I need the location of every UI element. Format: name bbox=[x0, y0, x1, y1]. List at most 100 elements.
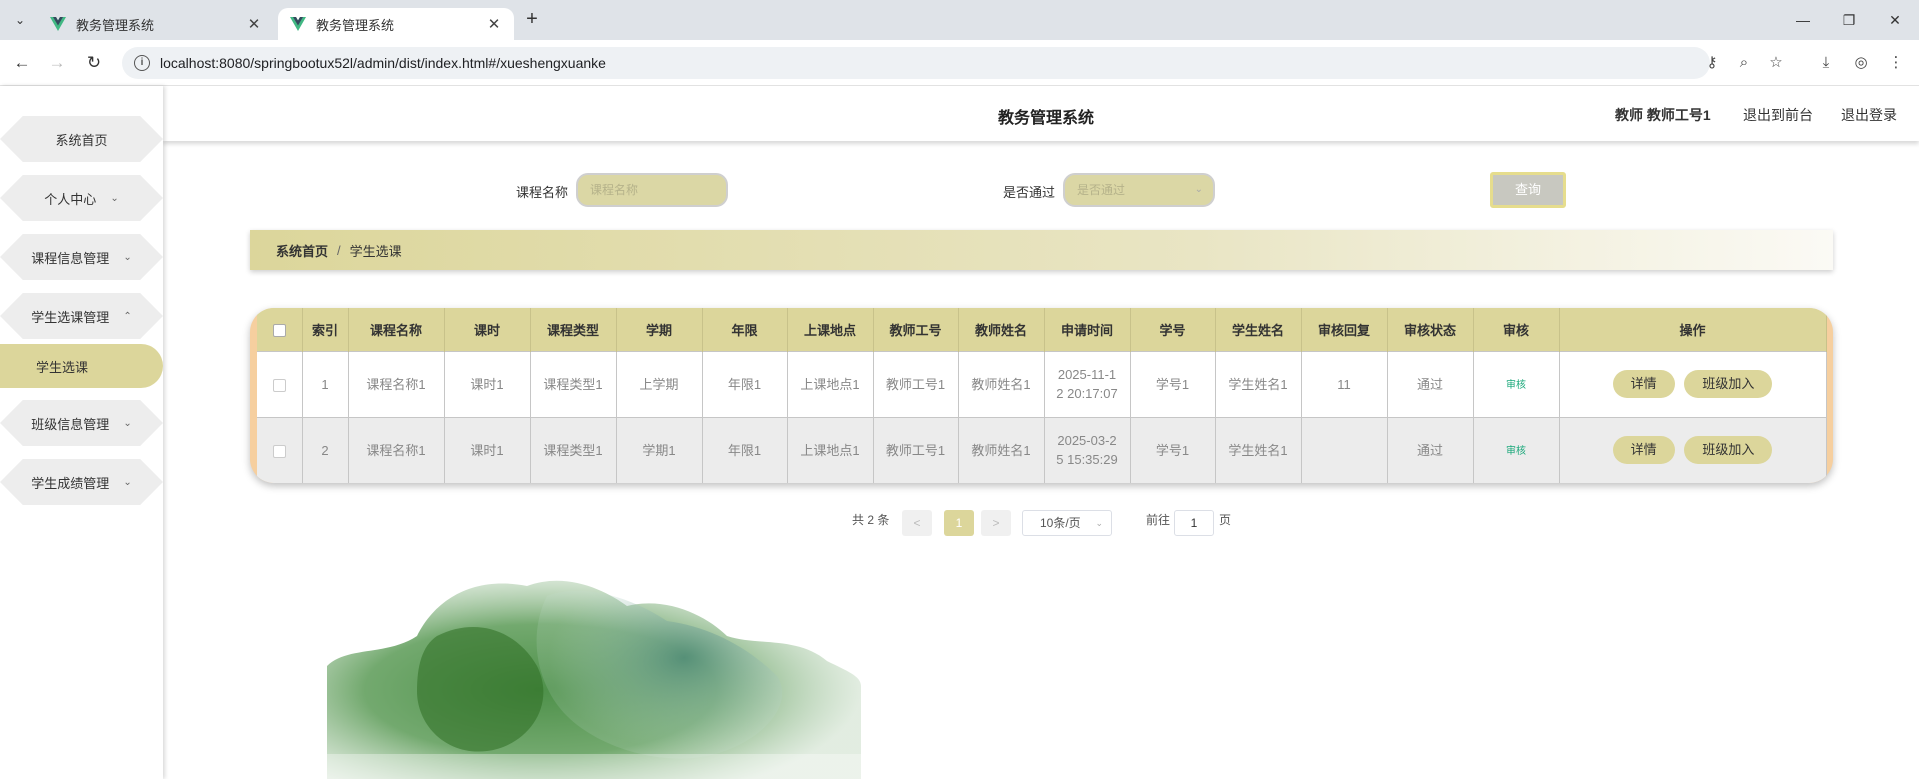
download-icon[interactable]: ⤓ bbox=[1814, 51, 1838, 75]
sidebar-item-selection[interactable]: 学生选课管理 ⌃ bbox=[0, 293, 163, 339]
column-header: 索引 bbox=[302, 308, 349, 351]
address-bar[interactable]: i localhost:8080/springbootux52l/admin/d… bbox=[122, 47, 1710, 79]
select-all-cell[interactable] bbox=[257, 308, 303, 351]
pass-status-select[interactable]: 是否通过 ⌄ bbox=[1063, 173, 1215, 207]
cell-actions: 详情 班级加入 bbox=[1559, 350, 1827, 417]
goto-label: 前往 bbox=[1146, 513, 1171, 527]
current-user: 教师 教师工号1 bbox=[1615, 107, 1711, 123]
cell-reply: 11 bbox=[1301, 350, 1388, 417]
pass-status-placeholder: 是否通过 bbox=[1077, 183, 1126, 197]
breadcrumb-home[interactable]: 系统首页 bbox=[276, 241, 328, 260]
column-header: 年限 bbox=[702, 308, 788, 351]
minimize-icon[interactable]: — bbox=[1780, 8, 1826, 32]
cell-teacher-name: 教师姓名1 bbox=[958, 416, 1045, 483]
page-number-button[interactable]: 1 bbox=[944, 510, 974, 536]
reload-icon[interactable]: ↻ bbox=[82, 51, 106, 75]
join-class-button[interactable]: 班级加入 bbox=[1684, 436, 1773, 465]
goto-page-input[interactable]: 1 bbox=[1174, 510, 1214, 536]
sidebar-item-label: 学生成绩管理 bbox=[31, 475, 110, 491]
cell-place: 上课地点1 bbox=[787, 416, 874, 483]
course-name-input[interactable]: 课程名称 bbox=[576, 173, 728, 207]
vue-logo-icon bbox=[290, 17, 306, 31]
new-tab-icon[interactable]: + bbox=[520, 8, 544, 32]
pass-status-label: 是否通过 bbox=[1003, 185, 1056, 200]
app-root: 系统首页 个人中心 ⌄ 课程信息管理 ⌄ 学生选课管理 ⌃ 学生选课 班级信息管… bbox=[0, 86, 1919, 779]
pagination-total: 共 2 条 bbox=[852, 513, 890, 527]
join-class-button[interactable]: 班级加入 bbox=[1684, 370, 1773, 398]
sidebar-item-course[interactable]: 课程信息管理 ⌄ bbox=[0, 234, 163, 280]
profile-icon[interactable]: ◎ bbox=[1849, 51, 1873, 75]
password-key-icon[interactable]: ⚷ bbox=[1700, 51, 1724, 75]
sidebar-item-label: 个人中心 bbox=[44, 191, 97, 207]
url-text: localhost:8080/springbootux52l/admin/dis… bbox=[160, 55, 606, 71]
sidebar-item-profile[interactable]: 个人中心 ⌄ bbox=[0, 175, 163, 221]
vue-logo-icon bbox=[50, 17, 66, 31]
more-menu-icon[interactable]: ⋮ bbox=[1884, 51, 1908, 75]
cell-student-no: 学号1 bbox=[1130, 416, 1216, 483]
cell-student-no: 学号1 bbox=[1130, 350, 1216, 417]
browser-toolbar: ← → ↻ i localhost:8080/springbootux52l/a… bbox=[0, 40, 1919, 86]
close-icon[interactable]: ✕ bbox=[486, 15, 502, 33]
sidebar-item-home[interactable]: 系统首页 bbox=[0, 116, 163, 162]
browser-tab-2[interactable]: 教务管理系统 ✕ bbox=[278, 8, 514, 40]
selection-table: 索引 课程名称 课时 课程类型 学期 年限 上课地点 教师工号 教师姓名 申请时… bbox=[257, 308, 1827, 483]
cell-index: 1 bbox=[302, 350, 349, 417]
sidebar-item-class[interactable]: 班级信息管理 ⌄ bbox=[0, 400, 163, 446]
cell-status: 通过 bbox=[1387, 416, 1474, 483]
cell-teacher-name: 教师姓名1 bbox=[958, 350, 1045, 417]
page-size-value: 10条/页 bbox=[1040, 516, 1081, 530]
top-header: 教务管理系统 教师 教师工号1 退出到前台 退出登录 bbox=[163, 86, 1919, 141]
cell-index: 2 bbox=[302, 416, 349, 483]
next-page-button[interactable]: > bbox=[981, 510, 1011, 536]
zoom-icon[interactable]: ⌕ bbox=[1732, 51, 1756, 75]
breadcrumb-separator: / bbox=[337, 242, 341, 258]
back-to-front-link[interactable]: 退出到前台 bbox=[1743, 105, 1813, 125]
column-header: 课程名称 bbox=[348, 308, 445, 351]
detail-button[interactable]: 详情 bbox=[1612, 436, 1675, 465]
watercolor-decoration bbox=[327, 580, 861, 779]
column-header: 教师姓名 bbox=[958, 308, 1045, 351]
table-row: 2 课程名称1 课时1 课程类型1 学期1 年限1 上课地点1 教师工号1 教师… bbox=[257, 416, 1827, 483]
close-icon[interactable]: ✕ bbox=[246, 15, 262, 33]
row-checkbox[interactable] bbox=[272, 378, 286, 392]
cell-status: 通过 bbox=[1387, 350, 1474, 417]
sidebar-item-grades[interactable]: 学生成绩管理 ⌄ bbox=[0, 459, 163, 505]
tab-search-icon[interactable]: ⌄ bbox=[8, 8, 32, 32]
table-header-row: 索引 课程名称 课时 课程类型 学期 年限 上课地点 教师工号 教师姓名 申请时… bbox=[257, 308, 1827, 351]
chevron-down-icon: ⌄ bbox=[123, 251, 132, 263]
forward-icon[interactable]: → bbox=[45, 51, 69, 75]
restore-icon[interactable]: ❐ bbox=[1826, 8, 1872, 32]
prev-page-button[interactable]: < bbox=[902, 510, 932, 536]
column-header: 学生姓名 bbox=[1215, 308, 1302, 351]
detail-button[interactable]: 详情 bbox=[1612, 370, 1675, 398]
column-header: 审核回复 bbox=[1301, 308, 1388, 351]
apply-time-line2: 5 15:35:29 bbox=[1056, 452, 1118, 468]
column-header: 审核 bbox=[1473, 308, 1560, 351]
apply-time-line2: 2 20:17:07 bbox=[1056, 386, 1118, 401]
page-unit-label: 页 bbox=[1219, 513, 1232, 527]
column-header: 审核状态 bbox=[1387, 308, 1474, 351]
row-checkbox[interactable] bbox=[272, 444, 286, 458]
chevron-down-icon: ⌄ bbox=[123, 417, 132, 429]
back-icon[interactable]: ← bbox=[10, 51, 34, 75]
cell-type: 课程类型1 bbox=[530, 416, 617, 483]
cell-term: 学期1 bbox=[616, 416, 703, 483]
column-header: 课程类型 bbox=[530, 308, 617, 351]
select-all-checkbox[interactable] bbox=[272, 323, 286, 337]
table-row: 1 课程名称1 课时1 课程类型1 上学期 年限1 上课地点1 教师工号1 教师… bbox=[257, 350, 1827, 417]
sidebar-item-label: 班级信息管理 bbox=[31, 416, 110, 432]
page-size-select[interactable]: 10条/页 ⌄ bbox=[1022, 510, 1112, 536]
site-info-icon[interactable]: i bbox=[134, 55, 150, 71]
audit-link[interactable]: 审核 bbox=[1506, 380, 1526, 391]
chevron-down-icon: ⌄ bbox=[123, 476, 132, 488]
cell-term: 上学期 bbox=[616, 350, 703, 417]
browser-tab-1[interactable]: 教务管理系统 ✕ bbox=[38, 8, 274, 40]
window-close-icon[interactable]: ✕ bbox=[1872, 8, 1918, 32]
chevron-down-icon: ⌄ bbox=[110, 192, 119, 204]
logout-link[interactable]: 退出登录 bbox=[1841, 105, 1897, 125]
sidebar-subitem-student-selection[interactable]: 学生选课 bbox=[0, 344, 163, 388]
column-header: 操作 bbox=[1559, 308, 1827, 351]
query-button[interactable]: 查询 bbox=[1490, 172, 1566, 208]
audit-link[interactable]: 审核 bbox=[1506, 446, 1526, 457]
bookmark-star-icon[interactable]: ☆ bbox=[1764, 51, 1788, 75]
